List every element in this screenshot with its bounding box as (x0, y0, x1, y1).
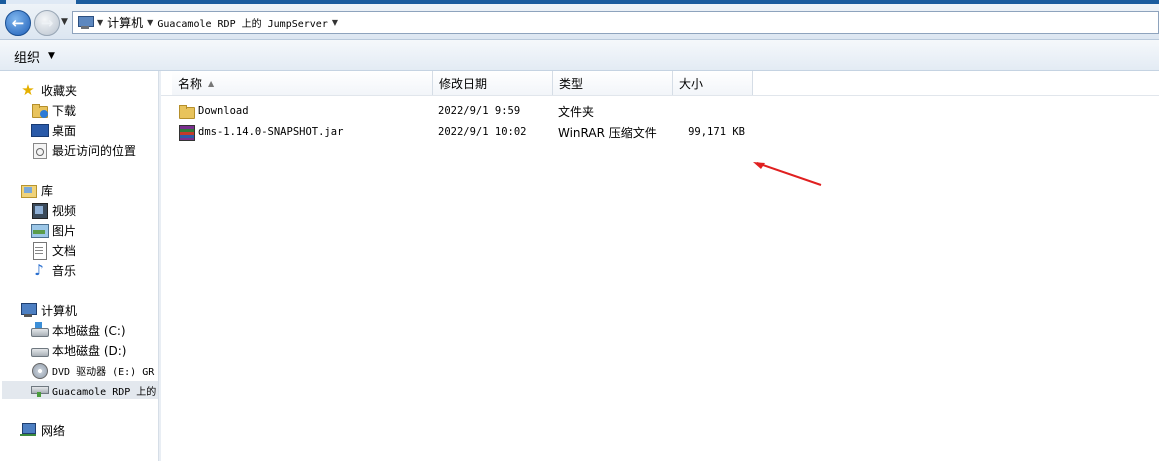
dvd-drive-icon (31, 362, 48, 379)
nav-item-pictures[interactable]: 图片 (31, 221, 76, 239)
nav-label: 库 (41, 183, 54, 198)
arrow-head (753, 162, 765, 169)
computer-icon (20, 302, 37, 318)
nav-item-documents[interactable]: 文档 (31, 241, 77, 260)
nav-computer[interactable]: 计算机 (20, 301, 77, 319)
nav-label: 视频 (52, 203, 77, 218)
breadcrumb-jumpserver[interactable]: Guacamole RDP 上的 JumpServer (157, 15, 328, 30)
music-icon: ♪ (34, 261, 44, 279)
nav-label: 图片 (52, 223, 77, 238)
command-bar: 组织 ▼ (0, 40, 1159, 71)
nav-label: 收藏夹 (41, 83, 78, 98)
nav-item-dvd-drive[interactable]: DVD 驱动器 (E:) GR (31, 361, 154, 379)
chevron-down-icon[interactable]: ▼ (147, 18, 153, 27)
drive-icon (31, 342, 49, 358)
nav-label: 桌面 (52, 123, 77, 138)
nav-libraries[interactable]: 库 (20, 181, 53, 199)
file-list: 名称 ▲ 修改日期 类型 大小 Download 2022/9/1 9:59 文… (161, 71, 1159, 461)
chevron-down-icon[interactable]: ▼ (97, 18, 103, 27)
nav-item-drive-d[interactable]: 本地磁盘 (D:) (31, 341, 126, 359)
recent-pages-dropdown-icon[interactable]: ▼ (61, 17, 68, 27)
nav-label: 文档 (52, 243, 77, 258)
annotation-arrow (753, 162, 822, 186)
nav-label: 下载 (52, 103, 77, 118)
nav-label: 本地磁盘 (C:) (52, 323, 126, 338)
nav-label: 音乐 (52, 263, 77, 278)
downloads-folder-icon (31, 102, 48, 118)
navigation-pane: ★ 收藏夹 下载 桌面 最近访问的位置 库 视频 图片 文档 ♪ 音乐 计算机 … (0, 71, 159, 461)
videos-icon (31, 202, 48, 219)
chevron-down-icon[interactable]: ▼ (332, 18, 338, 27)
arrow-shaft (756, 162, 822, 186)
network-icon (20, 422, 36, 438)
chevron-down-icon: ▼ (48, 51, 55, 61)
organize-button[interactable]: 组织 ▼ (8, 46, 61, 66)
nav-item-recent-places[interactable]: 最近访问的位置 (31, 141, 136, 159)
library-icon (20, 182, 37, 198)
documents-icon (31, 242, 47, 260)
nav-item-desktop[interactable]: 桌面 (31, 121, 76, 139)
organize-label: 组织 (14, 50, 41, 66)
nav-favorites[interactable]: ★ 收藏夹 (20, 81, 77, 99)
nav-label: Guacamole RDP 上的 (52, 386, 157, 398)
pictures-icon (31, 222, 49, 238)
nav-item-videos[interactable]: 视频 (31, 201, 76, 219)
computer-icon (77, 15, 94, 30)
nav-item-music[interactable]: ♪ 音乐 (31, 261, 76, 279)
address-box[interactable]: ▼ 计算机 ▼ Guacamole RDP 上的 JumpServer ▼ (72, 11, 1159, 34)
recent-places-icon (31, 142, 47, 159)
breadcrumb-computer[interactable]: 计算机 (107, 14, 143, 31)
system-drive-icon (31, 322, 49, 338)
star-icon: ★ (21, 81, 35, 99)
back-button[interactable]: ← (5, 10, 31, 36)
desktop-icon (31, 122, 49, 138)
nav-item-drive-c[interactable]: 本地磁盘 (C:) (31, 321, 126, 339)
nav-label: 计算机 (41, 303, 78, 318)
nav-label: 本地磁盘 (D:) (52, 343, 127, 358)
forward-button[interactable]: → (34, 10, 60, 36)
nav-label: 网络 (41, 423, 66, 438)
nav-label: 最近访问的位置 (52, 143, 137, 158)
nav-network[interactable]: 网络 (20, 421, 65, 439)
nav-item-guacamole-drive[interactable]: Guacamole RDP 上的 (2, 381, 158, 399)
network-drive-icon (31, 382, 49, 398)
nav-label: DVD 驱动器 (E:) GR (52, 366, 155, 378)
address-bar-area: ← → ▼ ▼ 计算机 ▼ Guacamole RDP 上的 JumpServe… (0, 4, 1159, 40)
nav-item-downloads[interactable]: 下载 (31, 101, 76, 119)
